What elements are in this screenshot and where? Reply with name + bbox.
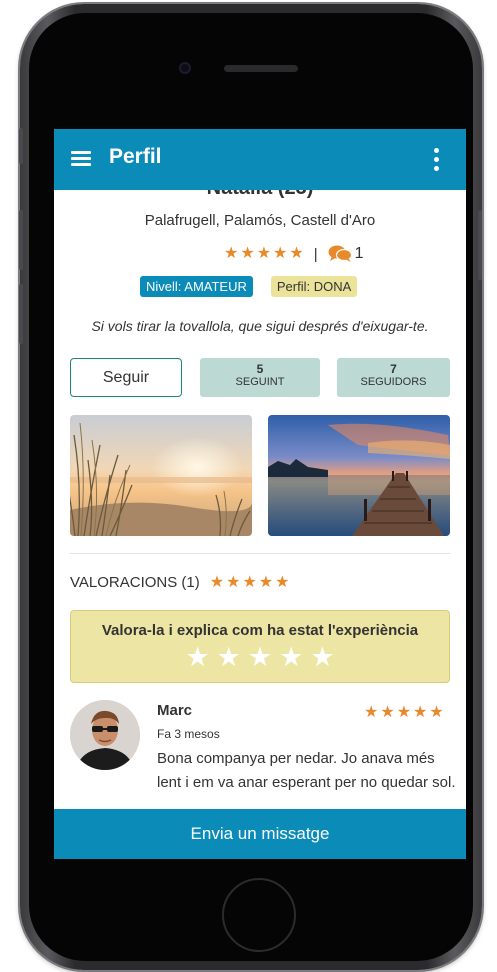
power-button xyxy=(478,210,482,280)
followers-label: SEGUIDORS xyxy=(360,376,427,388)
volume-up-button xyxy=(19,210,23,270)
home-button[interactable] xyxy=(222,878,296,952)
following-stat[interactable]: 5 SEGUINT xyxy=(200,358,320,397)
star-icon: ★ xyxy=(273,245,288,262)
avatar[interactable] xyxy=(70,700,140,770)
profile-name: Natàlia (23) xyxy=(54,190,466,200)
rate-star-2-icon[interactable]: ★ xyxy=(217,643,241,671)
rate-prompt-text: Valora-la i explica com ha estat l'exper… xyxy=(101,622,419,639)
review-author[interactable]: Marc xyxy=(157,702,192,719)
star-icon: ★ xyxy=(224,245,239,262)
app-bar: Perfil xyxy=(54,129,466,190)
rate-prompt-box: Valora-la i explica com ha estat l'exper… xyxy=(70,610,450,683)
star-icon: ★ xyxy=(289,245,304,262)
star-icon: ★ xyxy=(240,245,255,262)
rating-input-stars: ★ ★ ★ ★ ★ xyxy=(71,643,449,671)
earpiece-speaker xyxy=(224,65,298,72)
star-icon: ★ xyxy=(396,704,412,721)
review-timestamp: Fa 3 mesos xyxy=(157,727,220,741)
following-count: 5 xyxy=(256,362,264,376)
star-icon: ★ xyxy=(364,704,379,721)
page-title: Perfil xyxy=(109,145,162,168)
rate-star-1-icon[interactable]: ★ xyxy=(185,643,209,671)
rate-star-5-icon[interactable]: ★ xyxy=(310,643,334,671)
profile-quote: Si vols tirar la tovallola, que sigui de… xyxy=(91,318,429,334)
volume-down-button xyxy=(19,284,23,344)
following-label: SEGUINT xyxy=(235,376,285,388)
review-stars: ★ ★ ★ ★ ★ xyxy=(364,705,446,721)
section-divider xyxy=(70,553,450,554)
reviews-title: VALORACIONS (1) xyxy=(70,574,200,591)
level-badge: Nivell: AMATEUR xyxy=(140,276,253,297)
star-icon: ★ xyxy=(429,704,444,721)
app-screen: Perfil Natàlia (23) Palafrugell, Palamós… xyxy=(54,129,466,859)
star-icon: ★ xyxy=(256,245,272,262)
more-vert-icon[interactable] xyxy=(434,148,440,172)
chat-bubbles-icon[interactable] xyxy=(328,245,352,263)
send-message-button[interactable]: Envia un missatge xyxy=(54,809,466,859)
menu-icon[interactable] xyxy=(71,151,91,167)
follow-button[interactable]: Seguir xyxy=(70,358,182,397)
star-icon: ★ xyxy=(413,704,428,721)
profile-photo-beach[interactable] xyxy=(70,415,252,536)
profile-badges: Nivell: AMATEUR Perfil: DONA xyxy=(140,276,358,297)
rate-star-3-icon[interactable]: ★ xyxy=(248,643,272,671)
profile-content[interactable]: Natàlia (23) Palafrugell, Palamós, Caste… xyxy=(54,190,466,809)
rate-star-4-icon[interactable]: ★ xyxy=(279,643,303,671)
rating-separator: | xyxy=(313,245,318,263)
star-icon: ★ xyxy=(380,704,395,721)
followers-count: 7 xyxy=(390,362,397,376)
profile-photo-pier[interactable] xyxy=(268,415,450,536)
star-icon: ★ xyxy=(209,573,225,591)
reviews-average-stars: ★ ★ ★ ★ ★ xyxy=(209,573,292,591)
star-icon: ★ xyxy=(242,573,257,591)
star-icon: ★ xyxy=(275,573,290,591)
followers-stat[interactable]: 7 SEGUIDORS xyxy=(337,358,450,397)
profile-rating-row: ★ ★ ★ ★ ★ | 1 xyxy=(224,244,364,264)
mute-switch xyxy=(19,128,23,164)
comments-count: 1 xyxy=(354,245,364,262)
review-text: Bona companya per nedar. Jo anava més le… xyxy=(157,750,456,791)
star-icon: ★ xyxy=(258,573,274,591)
profile-locations: Palafrugell, Palamós, Castell d'Aro xyxy=(144,212,376,229)
front-camera xyxy=(179,62,191,74)
reviews-header: VALORACIONS (1) ★ ★ ★ ★ ★ xyxy=(70,574,291,591)
profile-type-badge: Perfil: DONA xyxy=(270,276,358,297)
star-icon: ★ xyxy=(226,573,241,591)
